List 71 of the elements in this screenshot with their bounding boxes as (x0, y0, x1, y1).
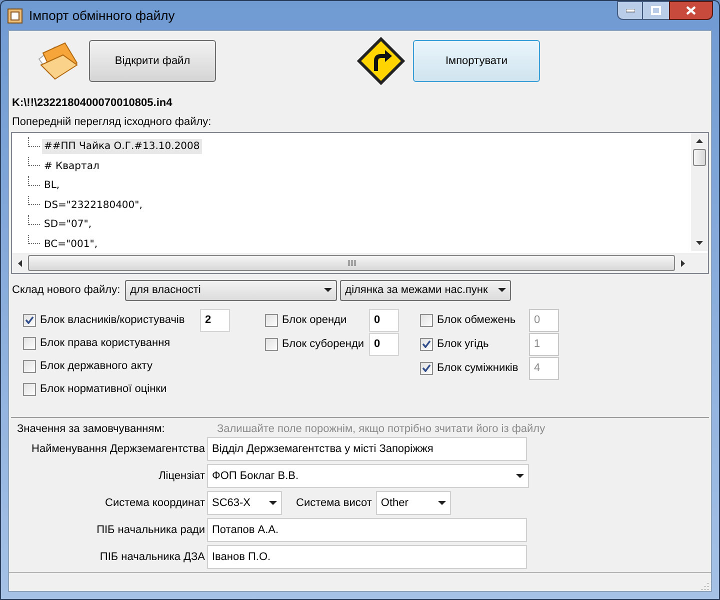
checkbox-label: Блок угідь (437, 336, 490, 352)
tree-item[interactable]: # Квартал (42, 158, 102, 174)
input-field[interactable]: Іванов П.О. (207, 545, 527, 569)
close-button[interactable] (669, 1, 713, 20)
checkbox-label: Блок державного акту (40, 358, 154, 374)
window-title: Імпорт обмінного файлу (29, 6, 175, 25)
tree-item[interactable]: SD="07", (42, 217, 94, 232)
checkbox-label: Блок оренди (282, 312, 348, 328)
tree-item[interactable]: DS="2322180400", (42, 198, 144, 213)
field-label: Ліцензіат (158, 468, 205, 484)
count-field[interactable]: 0 (369, 332, 399, 356)
composition-label: Склад нового файлу: (12, 282, 120, 298)
scroll-thumb[interactable] (693, 149, 706, 166)
scroll-up-icon[interactable] (696, 139, 703, 143)
caret-icon (498, 288, 506, 292)
field-label: Система висот (296, 496, 372, 511)
location-dropdown[interactable]: ділянка за межами нас.пунк (340, 280, 512, 300)
maximize-button[interactable] (643, 1, 669, 20)
ownership-dropdown[interactable]: для власності (125, 280, 338, 300)
checkbox-label: Блок права користування (40, 336, 172, 351)
dropdown[interactable]: Other (376, 491, 451, 515)
count-field[interactable]: 0 (369, 308, 399, 332)
field-label: Найменування Держземагентства (30, 442, 205, 457)
app-icon (7, 8, 23, 24)
turn-sign-icon (357, 37, 405, 85)
minimize-button[interactable] (617, 1, 643, 20)
horizontal-scroll-thumb[interactable] (28, 255, 675, 271)
dropdown[interactable]: SC63-X (207, 491, 282, 515)
checkbox[interactable] (265, 338, 278, 350)
scroll-down-icon[interactable] (696, 241, 703, 245)
checkbox-label: Блок нормативної оцінки (40, 382, 168, 397)
field-label: Система координат (104, 496, 205, 511)
checkbox-label: Блок суміжників (437, 360, 520, 376)
checkbox[interactable] (23, 360, 36, 372)
tree-item[interactable]: ##ПП Чайка О.Г.#13.10.2008 (42, 139, 202, 154)
scroll-right-icon[interactable] (681, 260, 685, 266)
checkbox-label: Блок обмежень (437, 312, 517, 328)
defaults-hint: Залишайте поле порожнім, якщо потрібно зчитати його із файлу (217, 422, 546, 438)
checkbox[interactable] (420, 362, 433, 374)
open-file-button[interactable]: Відкрити файл (89, 40, 216, 82)
caret-icon (438, 501, 446, 505)
checkbox[interactable] (23, 336, 36, 350)
resize-grip-icon[interactable] (699, 581, 709, 591)
preview-label: Попередній перегляд ісходного файлу: (11, 115, 212, 130)
checkbox[interactable] (420, 338, 433, 350)
tree-item[interactable]: BL, (42, 178, 62, 194)
checkbox[interactable] (23, 382, 36, 396)
dropdown[interactable]: ФОП Боклаг В.В. (207, 464, 529, 488)
vertical-scrollbar[interactable] (691, 133, 708, 251)
checkbox[interactable] (23, 314, 36, 326)
input-field[interactable]: Відділ Держземагентства у місті Запоріжжя (207, 437, 527, 461)
checkbox[interactable] (420, 314, 433, 326)
count-field[interactable]: 2 (200, 308, 230, 332)
import-button[interactable]: Імпортувати (413, 40, 540, 82)
close-icon (686, 6, 696, 15)
file-path: K:\!!\2322180400070010805.in4 (11, 96, 174, 111)
maximize-icon (651, 6, 661, 15)
caret-icon (324, 288, 332, 292)
scroll-left-icon[interactable] (18, 260, 22, 266)
checkbox-label: Блок суборенди (282, 336, 366, 352)
input-field[interactable]: Потапов А.А. (207, 518, 527, 542)
caret-icon (269, 501, 277, 505)
minimize-icon (626, 8, 634, 12)
tree-item[interactable]: BC="001", (42, 236, 100, 251)
field-label: ПІБ начальника ДЗА (98, 550, 205, 565)
checkbox-label: Блок власників/користувачів (40, 312, 186, 328)
checkbox[interactable] (265, 314, 278, 326)
grip-icon (348, 260, 356, 266)
defaults-label: Значення за замовчуванням: (17, 422, 166, 438)
field-label: ПІБ начальника ради (96, 522, 205, 538)
caret-icon (516, 474, 524, 478)
